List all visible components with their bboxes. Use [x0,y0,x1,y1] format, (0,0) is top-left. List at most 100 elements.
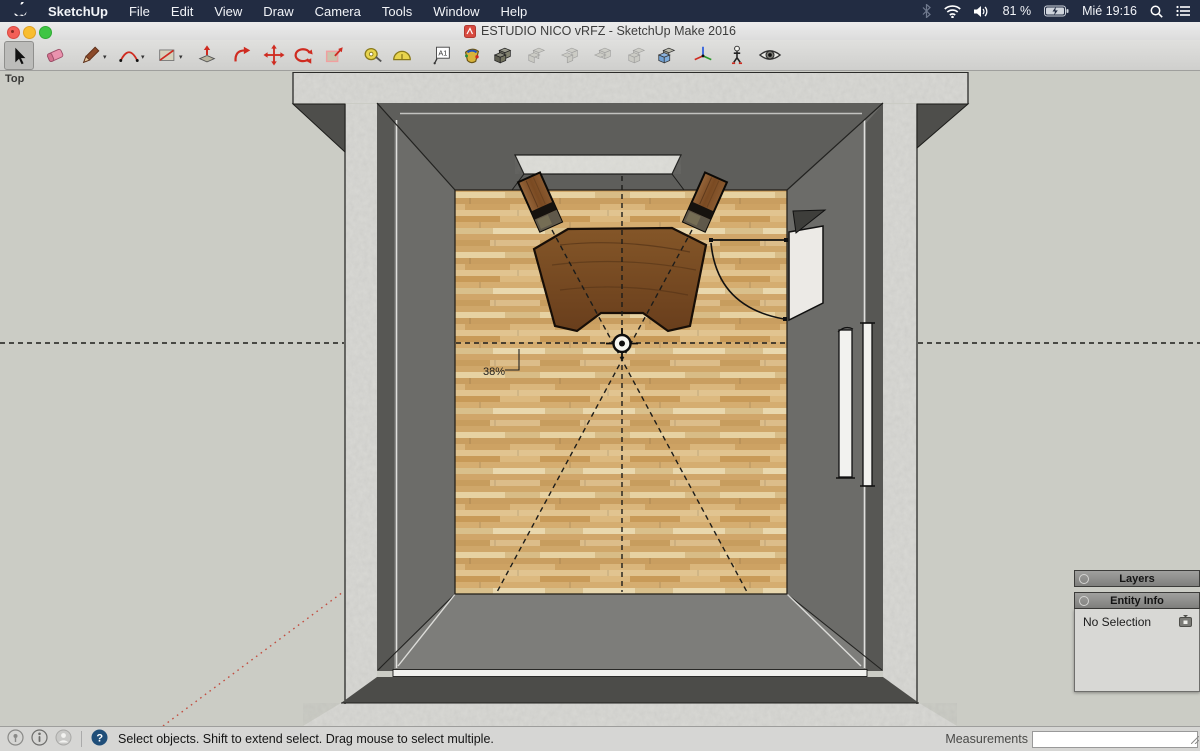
arc-icon [118,44,140,66]
layers-collapse-toggle[interactable] [1079,574,1089,584]
menu-bar: SketchUp File Edit View Draw Camera Tool… [0,0,1200,22]
menu-item-view[interactable]: View [214,4,242,19]
status-divider [81,731,82,747]
menu-item-window[interactable]: Window [433,4,479,19]
arc-tool-caret[interactable]: ▾ [141,53,145,61]
geolocation-icon[interactable] [7,729,24,749]
menu-item-file[interactable]: File [129,4,150,19]
main-toolbar: ▾ ▾ ▾ A1 [0,40,1200,71]
follow-me-tool-button[interactable] [228,41,256,68]
move-tool-button[interactable] [260,41,288,68]
union-icon [559,44,581,66]
door-leaf [789,226,823,320]
window-title-bar[interactable]: ESTUDIO NICO vRFZ - SketchUp Make 2016 [0,22,1200,41]
offset-icon [323,44,345,66]
document-proxy-icon [464,25,476,38]
rotate-icon [292,44,314,66]
entity-info-panel-title: Entity Info [1110,595,1164,607]
layers-panel-header[interactable]: Layers [1074,570,1200,587]
entity-details-icon[interactable] [1178,613,1193,631]
look-around-tool-button[interactable] [756,41,784,68]
bluetooth-icon[interactable] [922,4,931,18]
tape-measure-tool-button[interactable] [359,41,387,68]
push-pull-tool-button[interactable] [193,41,221,68]
apple-menu[interactable] [14,2,27,20]
zoom-window-button[interactable] [39,26,52,39]
push-pull-icon [196,44,218,66]
rectangle-tool-caret[interactable]: ▾ [179,53,183,61]
follow-me-icon [231,44,253,66]
layers-panel: Layers [1074,570,1200,587]
spotlight-search-icon[interactable] [1150,5,1163,18]
rectangle-icon [156,44,178,66]
help-icon[interactable]: ? [91,729,108,749]
select-tool-button[interactable] [4,41,34,70]
trim-tool-button[interactable] [623,41,651,68]
measurements-label: Measurements [945,732,1028,746]
rectangle-tool-button[interactable]: ▾ [153,41,181,68]
menu-item-sketchup[interactable]: SketchUp [48,4,108,19]
layers-panel-title: Layers [1119,573,1154,585]
menu-clock[interactable]: Mié 19:16 [1082,4,1137,18]
svg-text:?: ? [96,733,103,745]
menu-item-help[interactable]: Help [500,4,527,19]
offset-tool-button[interactable] [320,41,348,68]
axes-icon [692,44,714,66]
tape-measure-icon [362,44,384,66]
select-arrow-icon [8,45,30,67]
eraser-icon [44,44,66,66]
intersect-icon [526,44,548,66]
entity-info-collapse-toggle[interactable] [1079,596,1089,606]
eraser-tool-button[interactable] [41,41,69,68]
union-tool-button[interactable] [556,41,584,68]
line-tool-button[interactable]: ▾ [77,41,105,68]
sign-in-icon[interactable] [55,729,72,749]
measurements-input[interactable] [1032,731,1198,748]
trim-icon [626,44,648,66]
rotate-tool-button[interactable] [289,41,317,68]
window-title: ESTUDIO NICO vRFZ - SketchUp Make 2016 [481,24,736,38]
axes-tool-button[interactable] [689,41,717,68]
svg-text:A1: A1 [438,48,447,57]
menu-item-edit[interactable]: Edit [171,4,193,19]
entity-info-panel-header[interactable]: Entity Info [1074,592,1200,609]
paint-bucket-tool-button[interactable] [458,41,486,68]
paint-bucket-icon [461,44,483,66]
position-camera-tool-button[interactable] [723,41,751,68]
menu-item-camera[interactable]: Camera [315,4,361,19]
battery-charging-icon [1044,5,1069,17]
protractor-tool-button[interactable] [388,41,416,68]
wifi-icon[interactable] [944,5,961,18]
arc-tool-button[interactable]: ▾ [115,41,143,68]
line-tool-caret[interactable]: ▾ [103,53,107,61]
model-viewport[interactable]: 38% [0,0,1200,750]
selection-status: No Selection [1083,615,1151,629]
subtract-icon [592,44,614,66]
status-bar: ? Select objects. Shift to extend select… [0,726,1200,751]
intersect-tool-button[interactable] [523,41,551,68]
minimize-window-button[interactable] [23,26,36,39]
text-icon: A1 [431,44,453,66]
subtract-tool-button[interactable] [589,41,617,68]
outer-shell-icon [492,44,514,66]
window-resize-grip[interactable] [1191,731,1199,749]
menu-item-tools[interactable]: Tools [382,4,412,19]
outer-shell-tool-button[interactable] [489,41,517,68]
view-name-label: Top [5,73,24,85]
volume-icon[interactable] [974,5,990,18]
protractor-icon [391,44,413,66]
annotation-38-label: 38% [483,366,505,378]
battery-percentage: 81 % [1003,4,1032,18]
pencil-icon [80,44,102,66]
move-icon [263,44,285,66]
position-camera-icon [726,44,748,66]
status-hint-text: Select objects. Shift to extend select. … [118,732,494,746]
text-tool-button[interactable]: A1 [428,41,456,68]
split-icon [656,44,678,66]
menu-item-draw[interactable]: Draw [263,4,293,19]
close-window-button[interactable] [7,26,20,39]
credits-icon[interactable] [31,729,48,749]
notification-center-icon[interactable] [1176,5,1190,17]
split-tool-button[interactable] [653,41,681,68]
apple-icon [14,2,27,17]
